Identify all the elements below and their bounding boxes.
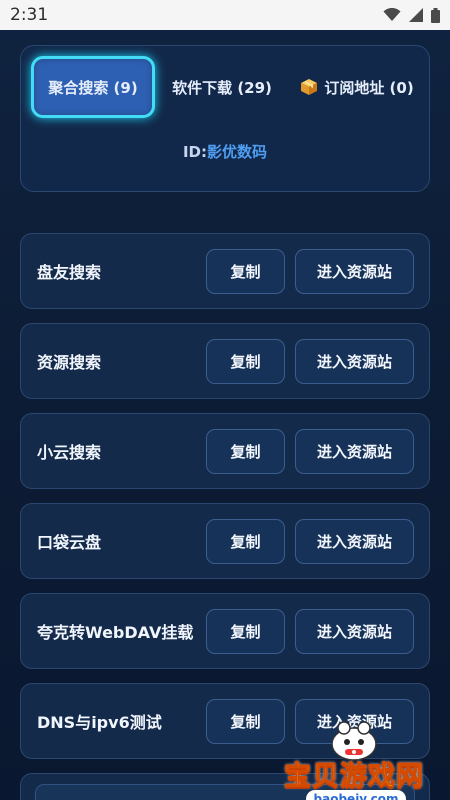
- status-time: 2:31: [10, 5, 49, 25]
- app-main: 聚合搜索 (9) 软件下载 (29) 订阅地址 (0) ID:影优数码 盘友搜索…: [0, 30, 450, 800]
- enter-site-button[interactable]: 进入资源站: [295, 429, 414, 474]
- category-card: 聚合搜索 (9) 软件下载 (29) 订阅地址 (0) ID:影优数码: [20, 45, 430, 192]
- enter-site-button[interactable]: 进入资源站: [295, 339, 414, 384]
- resource-item: 夸克转WebDAV挂载 复制 进入资源站: [20, 593, 430, 669]
- copy-button[interactable]: 复制: [206, 609, 285, 654]
- copy-button[interactable]: 复制: [206, 249, 285, 294]
- enter-site-button[interactable]: 进入资源站: [295, 249, 414, 294]
- enter-site-button[interactable]: 进入资源站: [295, 519, 414, 564]
- tab-subscription[interactable]: 订阅地址 (0): [291, 56, 423, 118]
- tab-label: 订阅地址 (0): [324, 78, 414, 97]
- resource-item: 资源搜索 复制 进入资源站: [20, 323, 430, 399]
- copy-button[interactable]: 复制: [206, 429, 285, 474]
- copy-button[interactable]: 复制: [206, 519, 285, 564]
- copy-button[interactable]: 复制: [206, 339, 285, 384]
- id-value: 影优数码: [207, 143, 268, 161]
- status-icons: [383, 7, 440, 23]
- tab-bar: 聚合搜索 (9) 软件下载 (29) 订阅地址 (0): [21, 46, 429, 136]
- resource-item: 盘友搜索 复制 进入资源站: [20, 233, 430, 309]
- tab-label: 软件下载 (29): [172, 78, 272, 97]
- resource-name: 盘友搜索: [37, 263, 102, 282]
- status-bar: 2:31: [0, 0, 450, 30]
- resource-name: 小云搜索: [37, 443, 102, 462]
- signal-icon: [409, 8, 423, 22]
- resource-name: 夸克转WebDAV挂载: [37, 623, 194, 642]
- resource-item: 口袋云盘 复制 进入资源站: [20, 503, 430, 579]
- tab-software-download[interactable]: 软件下载 (29): [161, 56, 283, 118]
- watermark-title: 宝贝游戏网: [284, 761, 424, 793]
- resource-name: 资源搜索: [37, 353, 102, 372]
- enter-site-button[interactable]: 进入资源站: [295, 609, 414, 654]
- watermark-url: baobeiy.com: [306, 790, 406, 800]
- resource-name: 口袋云盘: [37, 533, 102, 552]
- resource-item: 小云搜索 复制 进入资源站: [20, 413, 430, 489]
- id-line: ID:影优数码: [21, 141, 429, 162]
- watermark: 宝贝游戏网 baobeiy.com: [270, 718, 430, 800]
- box-icon: [301, 79, 318, 95]
- wifi-icon: [383, 8, 401, 21]
- tab-aggregate-search[interactable]: 聚合搜索 (9): [31, 56, 155, 118]
- id-prefix: ID:: [182, 143, 207, 161]
- battery-icon: [431, 7, 440, 23]
- tab-label: 聚合搜索 (9): [48, 78, 138, 97]
- resource-name: DNS与ipv6测试: [37, 713, 162, 732]
